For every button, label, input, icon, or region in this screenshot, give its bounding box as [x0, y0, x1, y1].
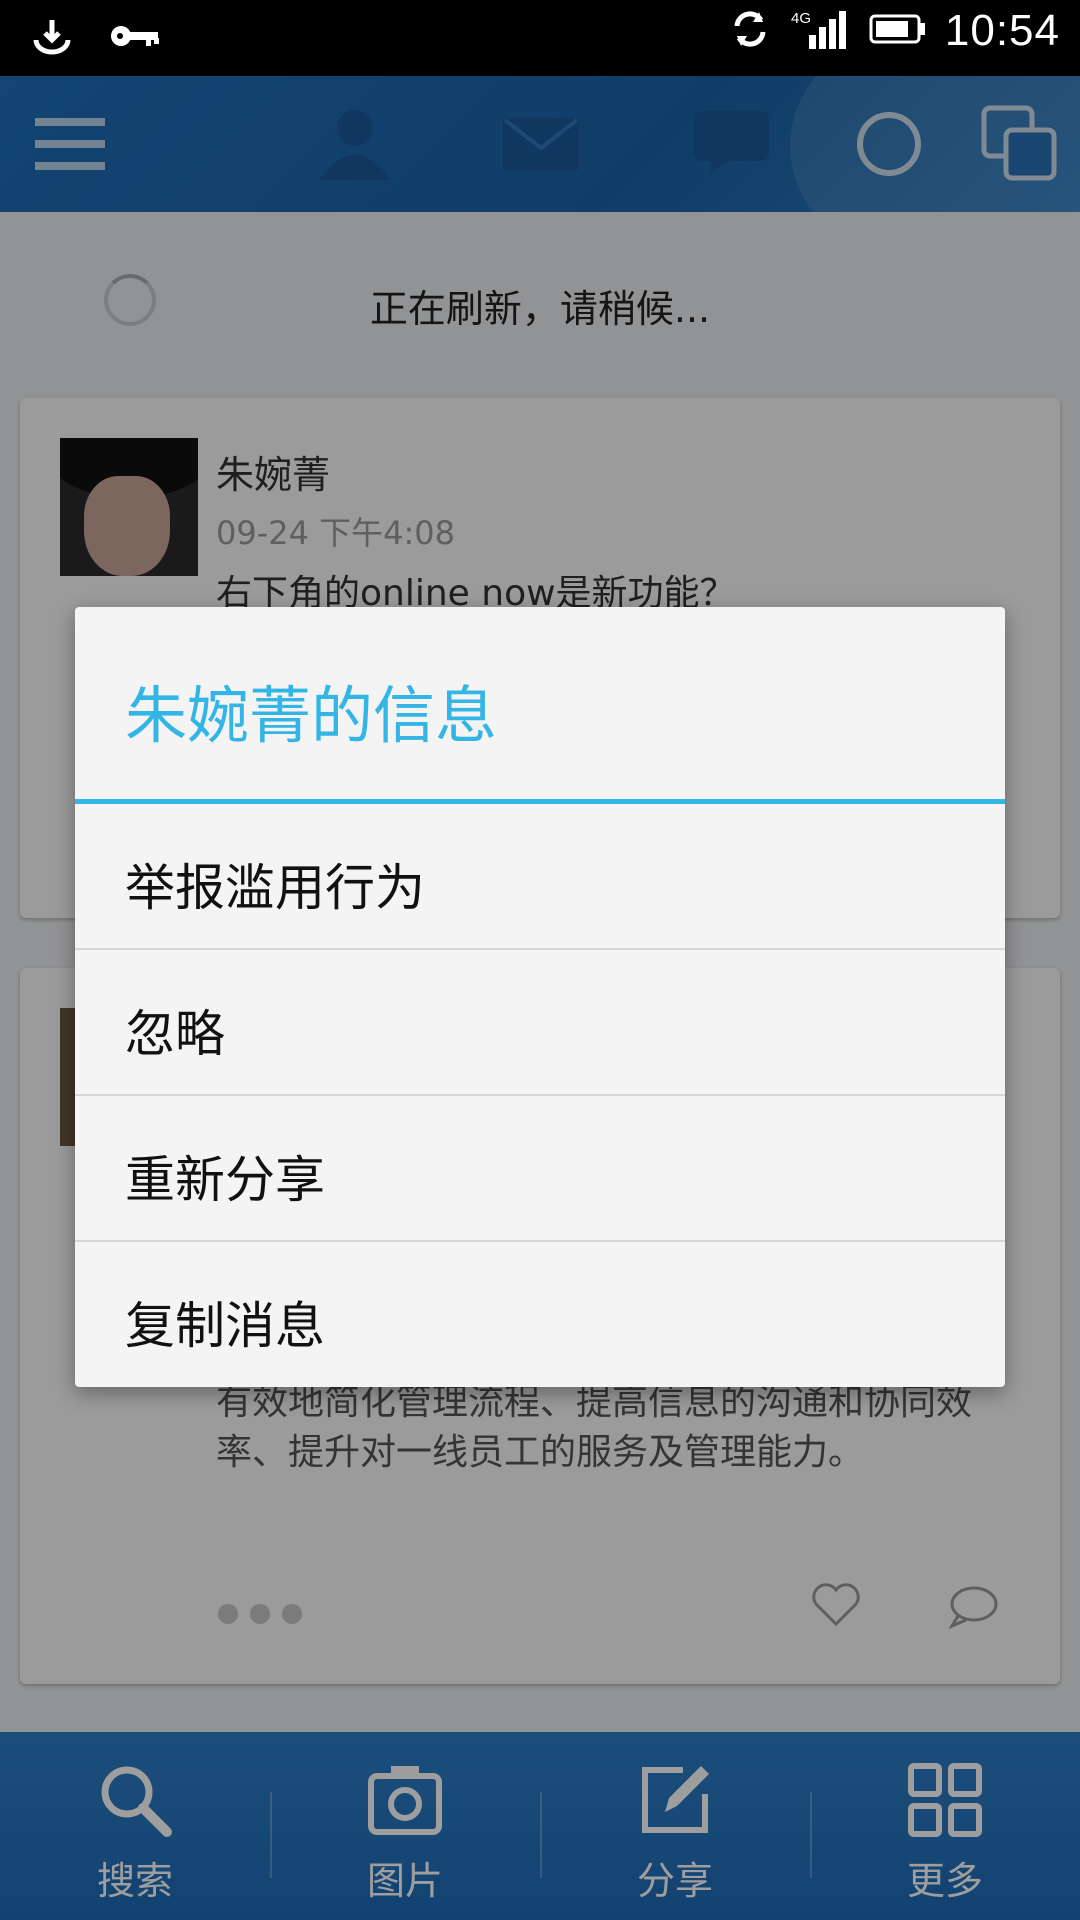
option-label: 举报滥用行为	[125, 859, 425, 917]
copy-message-option[interactable]: 复制消息	[75, 1242, 1005, 1386]
report-abuse-option[interactable]: 举报滥用行为	[75, 804, 1005, 948]
key-icon	[108, 16, 162, 60]
signal-icon: 4G	[789, 7, 851, 55]
battery-icon	[869, 13, 927, 49]
option-label: 复制消息	[125, 1297, 325, 1355]
network-type: 4G	[791, 10, 811, 27]
download-icon	[30, 14, 74, 62]
dialog-title: 朱婉菁的信息	[125, 679, 498, 752]
status-bar: 4G 10:54	[0, 0, 1080, 76]
option-label: 重新分享	[125, 1151, 325, 1209]
clock: 10:54	[944, 6, 1060, 55]
reshare-option[interactable]: 重新分享	[75, 1096, 1005, 1240]
sync-icon	[729, 8, 771, 54]
ignore-option[interactable]: 忽略	[75, 950, 1005, 1094]
message-options-dialog: 朱婉菁的信息 举报滥用行为 忽略 重新分享 复制消息	[75, 607, 1005, 1387]
option-label: 忽略	[125, 1005, 225, 1063]
